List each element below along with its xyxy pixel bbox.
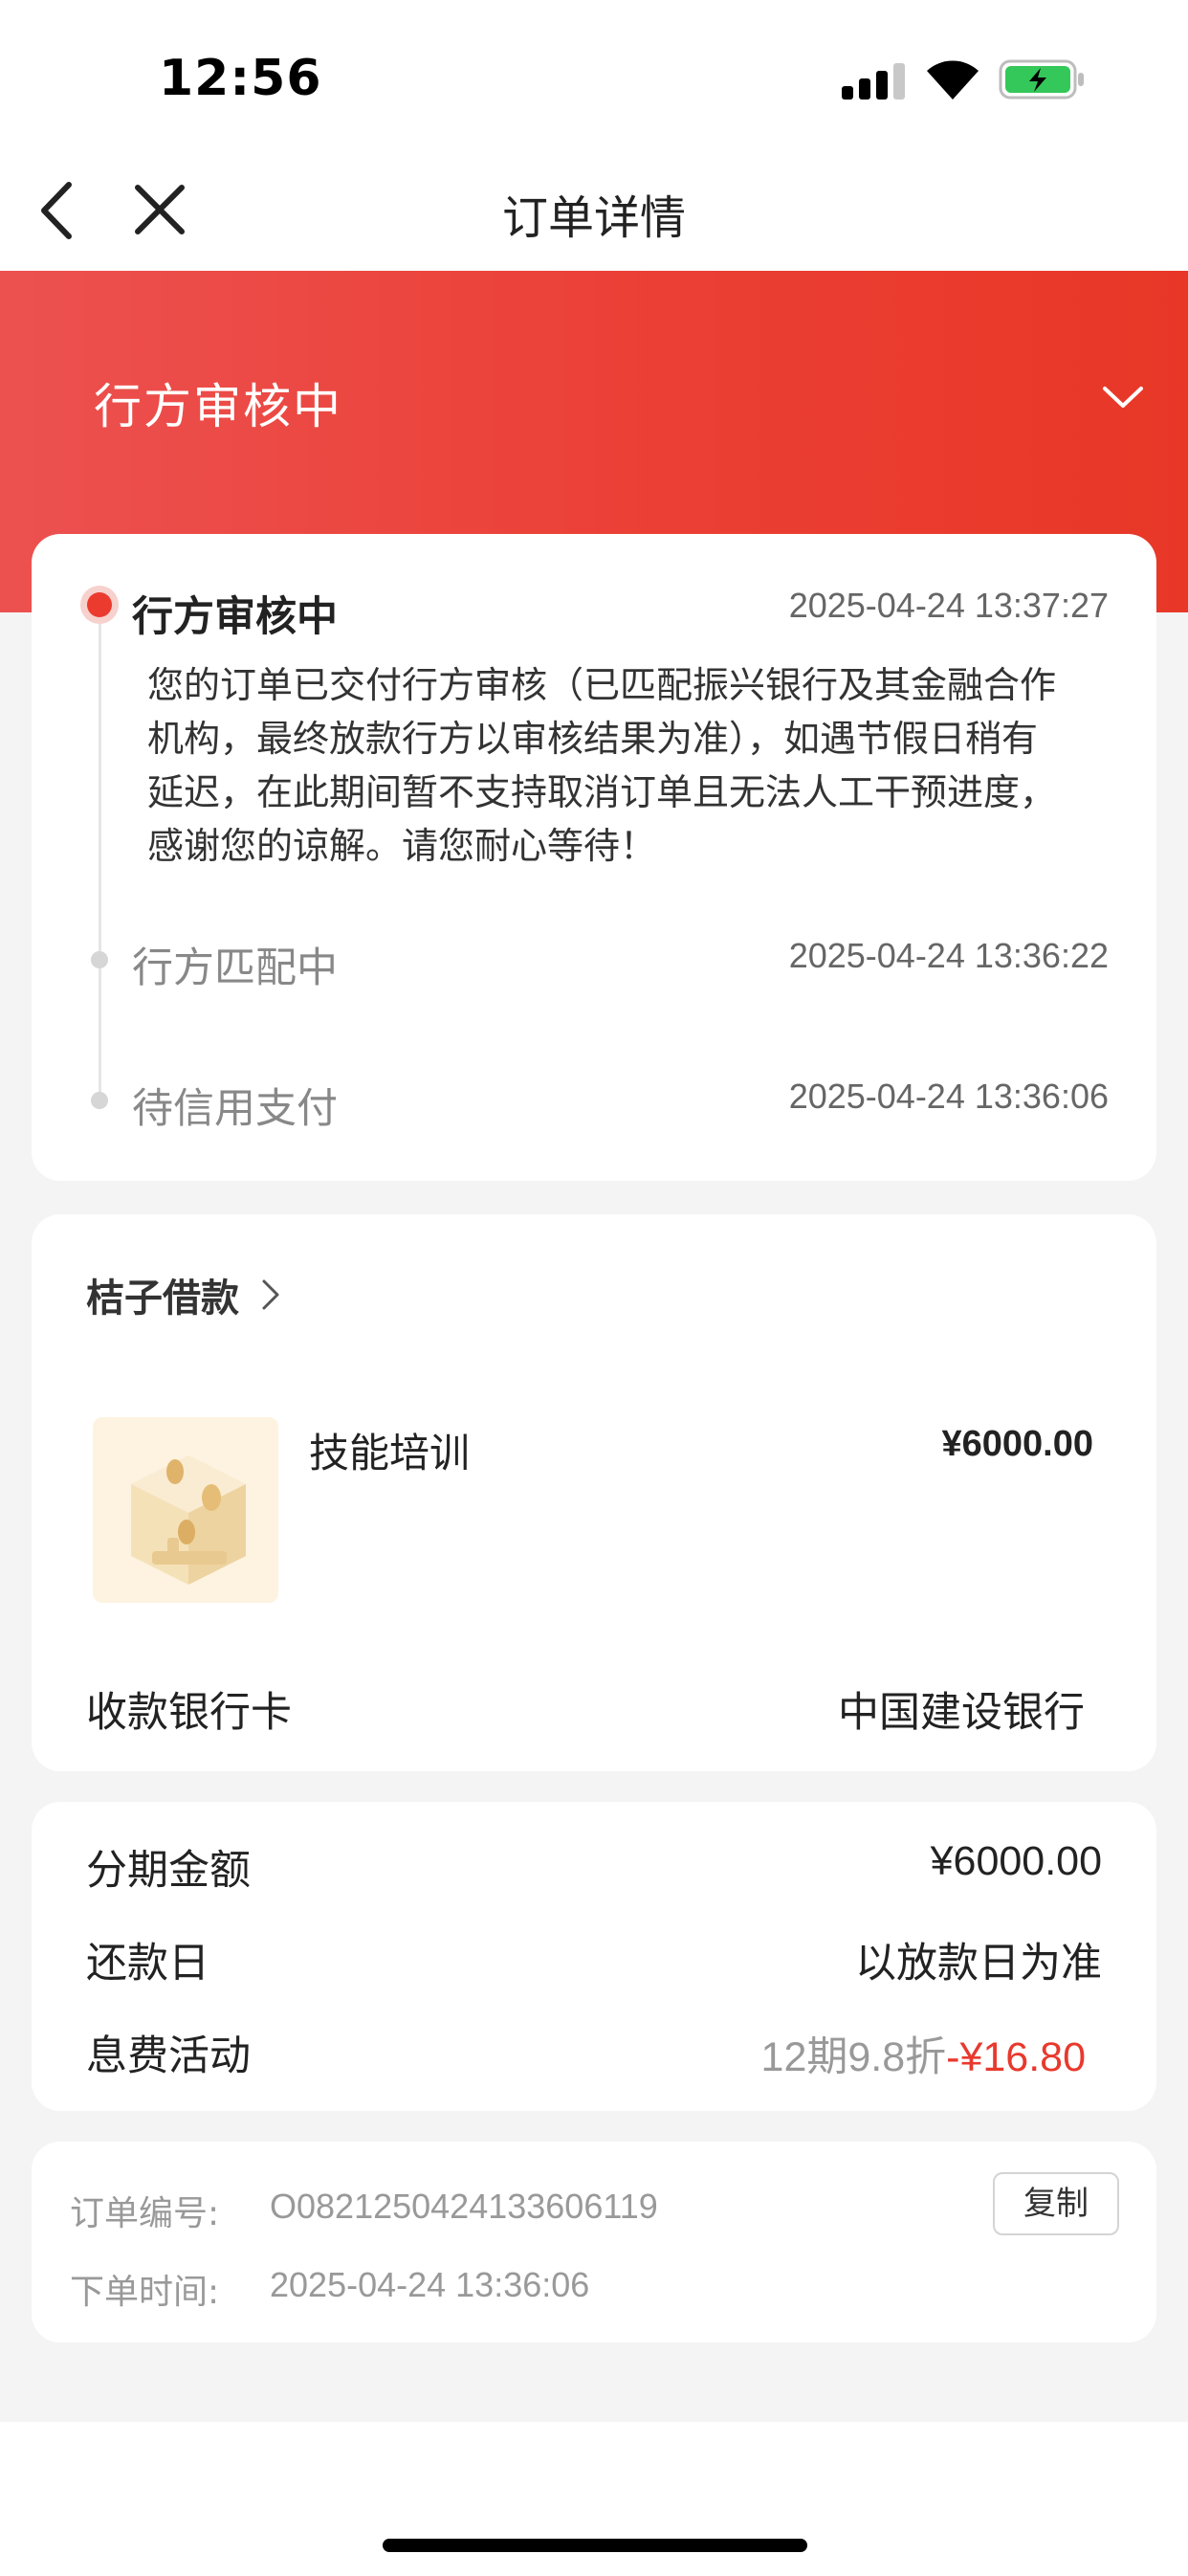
coin-box-icon xyxy=(131,1455,246,1585)
repayment-day-value: 以放款日为准 xyxy=(855,1940,1102,1988)
installment-amount-value: ¥6000.00 xyxy=(930,1838,1102,1884)
product-price: ¥6000.00 xyxy=(941,1424,1094,1464)
description-line: 感谢您的谅解。请您耐心等待！ xyxy=(147,825,657,867)
description-line: 机构，最终放款行方以审核结果为准），如遇节假日稍有 xyxy=(147,718,1039,760)
chevron-down-icon[interactable] xyxy=(1100,381,1146,413)
timeline-line xyxy=(99,612,101,1096)
timeline-step-time: 2025-04-24 13:36:06 xyxy=(788,1077,1109,1116)
interest-promo-value: 12期9.8折-¥16.80 xyxy=(761,2024,1086,2083)
timeline-step-time: 2025-04-24 13:37:27 xyxy=(788,586,1109,625)
timeline-step-title: 行方审核中 xyxy=(132,593,338,641)
promo-description: 12期9.8折 xyxy=(760,2034,947,2080)
chevron-right-icon[interactable] xyxy=(260,1277,281,1312)
bottom-safe-area xyxy=(0,2422,1188,2576)
status-time: 12:56 xyxy=(159,50,322,107)
home-indicator[interactable] xyxy=(383,2539,807,2552)
timeline-step-description: 您的订单已交付行方审核（已匹配振兴银行及其金融合作 机构，最终放款行方以审核结果… xyxy=(147,658,1085,873)
timeline-active-dot xyxy=(80,586,119,624)
product-name: 技能培训 xyxy=(309,1430,471,1477)
battery-charging-icon xyxy=(999,59,1084,100)
merchant-name[interactable]: 桔子借款 xyxy=(86,1267,239,1322)
order-time-label: 下单时间: xyxy=(70,2273,220,2312)
installment-amount-label: 分期金额 xyxy=(86,1847,251,1895)
page-title: 订单详情 xyxy=(501,191,686,245)
timeline-step-time: 2025-04-24 13:36:22 xyxy=(788,936,1109,975)
description-line: 您的订单已交付行方审核（已匹配振兴银行及其金融合作 xyxy=(147,664,1057,706)
order-number-value: O0821250424133606119 xyxy=(270,2187,658,2226)
wifi-icon xyxy=(927,60,979,100)
order-status-title: 行方审核中 xyxy=(94,379,342,434)
repayment-day-label: 还款日 xyxy=(86,1940,209,1988)
product-thumbnail xyxy=(93,1417,278,1603)
timeline-dot xyxy=(91,1092,108,1109)
interest-promo-label: 息费活动 xyxy=(86,2032,251,2080)
order-time-value: 2025-04-24 13:36:06 xyxy=(270,2265,590,2304)
description-line: 延迟，在此期间暂不支持取消订单且无法人工干预进度， xyxy=(147,771,1057,813)
order-number-label: 订单编号: xyxy=(70,2194,220,2233)
bank-card-label: 收款银行卡 xyxy=(86,1689,292,1737)
timeline-dot xyxy=(91,951,108,968)
cellular-signal-icon xyxy=(842,61,905,100)
copy-order-number-button[interactable]: 复制 xyxy=(993,2172,1119,2235)
bank-card-value: 中国建设银行 xyxy=(838,1689,1085,1737)
timeline-step-title: 行方匹配中 xyxy=(132,944,338,992)
timeline-step-title: 待信用支付 xyxy=(132,1085,338,1133)
promo-discount-amount: -¥16.80 xyxy=(946,2034,1086,2080)
